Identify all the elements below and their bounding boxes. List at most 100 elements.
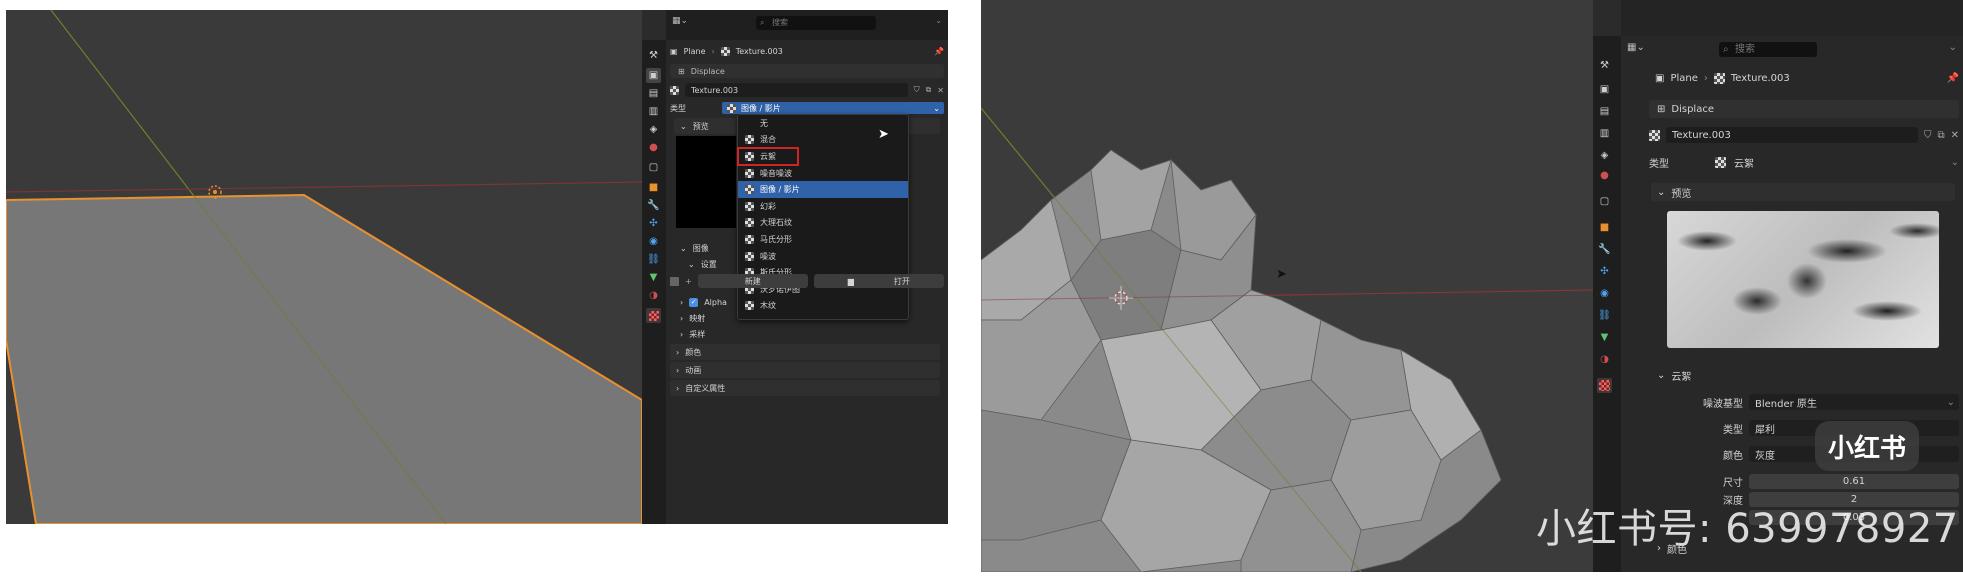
object-icon[interactable]: ■ [1597,220,1612,235]
modifier-wrench-icon[interactable]: 🔧 [1597,242,1612,257]
scene-icon[interactable]: ◈ [1597,148,1612,163]
tool-icon[interactable]: ⚒ [646,48,661,63]
search-input[interactable]: ⌕ 搜索 [1719,42,1817,57]
mouse-cursor-icon: ➤ [1276,267,1287,282]
collection-icon[interactable]: ▢ [646,160,661,175]
options-chevron-icon[interactable]: ⌄ [935,16,942,25]
viewport-3d-right[interactable]: ➤ [981,0,1593,572]
type-dropdown[interactable]: 图像 / 影片 ⌄ [722,102,944,114]
modifier-name: Displace [690,66,725,76]
pin-icon[interactable]: 📌 [1947,73,1959,84]
add-icon[interactable]: + [685,277,692,286]
texture-browse-icon[interactable] [1649,129,1660,141]
properties-editor-left: ▦⌄ ⌕ 搜索 ⌄ ▣ Plane › Texture.003 📌 ⊞ Disp… [666,10,948,524]
settings-panel-header[interactable]: ⌄ 设置 [682,256,940,272]
editor-type-icon[interactable]: ▦⌄ [672,16,688,26]
texture-preview [676,136,736,228]
type-row: 类型 图像 / 影片 ⌄ [670,102,944,114]
modifier-icon: ⊞ [678,66,685,76]
alpha-row[interactable]: › ✓ Alpha [674,294,940,310]
unlink-close-icon[interactable]: ✕ [937,86,944,95]
collapse-chevron-icon: ⌄ [680,121,687,131]
world-icon[interactable]: ● [646,140,661,155]
texture-type-menu-item[interactable]: 图像 / 影片 [738,181,908,198]
colors-panel-header[interactable]: › 颜色 [670,344,940,360]
expand-chevron-icon: › [680,329,684,339]
alpha-checkbox[interactable]: ✓ [689,297,699,307]
texture-name-field[interactable]: Texture.003 [685,83,908,97]
expand-chevron-icon: › [680,313,684,323]
texture-tab-icon[interactable] [646,308,661,323]
texture-type-menu-item[interactable]: 大理石纹 [738,215,908,232]
fake-user-shield-icon[interactable]: ⛉ [1924,130,1932,141]
texture-tab-icon[interactable] [1597,378,1612,393]
preview-panel-header[interactable]: ⌄ 预览 [1651,183,1955,201]
mapping-panel-header[interactable]: › 映射 [674,310,940,326]
data-icon[interactable]: ▼ [1597,330,1612,345]
pin-icon[interactable]: 📌 [934,47,944,56]
search-input[interactable]: ⌕ 搜索 [756,16,876,30]
open-image-button[interactable]: ▆ 打开 [813,274,944,288]
view-layer-icon[interactable]: ▥ [1597,126,1612,141]
view-layer-icon[interactable]: ▥ [646,104,661,119]
scene-icon[interactable]: ◈ [646,122,661,137]
texture-browse-icon[interactable] [670,85,679,95]
custom-properties-panel-header[interactable]: › 自定义属性 [670,380,940,396]
render-icon[interactable]: ▣ [1597,82,1612,97]
texture-type-menu-item[interactable]: 云絮 [737,147,799,166]
search-icon: ⌕ [1723,44,1729,55]
options-chevron-icon[interactable]: ⌄ [1949,42,1957,53]
texture-type-menu: 无混合 云絮 噪音噪波 图像 / 影片 幻彩 大理石纹 马氏分形 噪波 斯氏分形 沃罗诺伊图 木纹 [737,114,909,320]
collection-icon[interactable]: ▢ [1597,194,1612,209]
image-browse-icon[interactable] [670,276,679,286]
data-icon[interactable]: ▼ [646,270,661,285]
size-field[interactable]: 0.61 [1749,474,1959,489]
modifier-wrench-icon[interactable]: 🔧 [646,198,661,213]
expand-chevron-icon: › [676,365,680,375]
sampling-panel-header[interactable]: › 采样 [674,326,940,342]
constraints-icon[interactable]: ⛓ [646,252,661,267]
duplicate-icon[interactable]: ⧉ [1937,130,1944,141]
physics-icon[interactable]: ◉ [646,234,661,249]
influence-panel-header[interactable]: › 动画 [670,362,940,378]
unlink-close-icon[interactable]: ✕ [1951,130,1959,141]
noise-basis-dropdown[interactable]: Blender 原生 ⌄ [1749,394,1959,410]
fake-user-shield-icon[interactable]: ⛉ [914,85,920,95]
tool-icon[interactable]: ⚒ [1597,58,1612,73]
texture-name-field[interactable]: Texture.003 [1666,127,1918,143]
viewport-scene-right [981,0,1593,572]
output-icon[interactable]: ▤ [646,86,661,101]
image-panel-header[interactable]: ⌄ 图像 [674,240,940,256]
clouds-texture-icon [1715,156,1726,168]
render-icon[interactable]: ▣ [646,68,661,83]
viewport-3d-left[interactable] [6,10,642,524]
world-icon[interactable]: ● [1597,168,1612,183]
texture-type-menu-item[interactable]: 幻彩 [738,198,908,215]
xiaohongshu-logo: 小红书 [1815,421,1919,471]
new-image-button[interactable]: 新建 [697,274,808,288]
image-new-open-row: + 新建 ▆ 打开 [670,274,944,288]
collapse-chevron-icon: ⌄ [688,259,695,269]
object-icon[interactable]: ■ [646,180,661,195]
modifier-selector[interactable]: ⊞ Displace [1649,100,1959,118]
menu-item-label: 图像 / 影片 [760,185,800,195]
clouds-panel-header[interactable]: ⌄ 云絮 [1651,366,1955,384]
image-texture-icon [727,103,736,113]
constraints-icon[interactable]: ⛓ [1597,308,1612,323]
expand-chevron-icon: › [676,383,680,393]
type-dropdown[interactable]: 云絮 ⌄ [1715,155,1959,170]
duplicate-icon[interactable]: ⧉ [926,85,932,95]
menu-item-label: 云絮 [760,151,776,161]
material-icon[interactable]: ◑ [646,288,661,303]
output-icon[interactable]: ▤ [1597,104,1612,119]
editor-type-icon[interactable]: ▦⌄ [1627,42,1645,53]
texture-icon [745,218,754,228]
particles-icon[interactable]: ✣ [646,216,661,231]
material-icon[interactable]: ◑ [1597,352,1612,367]
menu-item-label: 大理石纹 [760,218,792,228]
particles-icon[interactable]: ✣ [1597,264,1612,279]
physics-icon[interactable]: ◉ [1597,286,1612,301]
texture-slot-row: Texture.003 ⛉ ⧉ ✕ [670,83,944,97]
texture-type-menu-item[interactable]: 噪音噪波 [738,165,908,182]
modifier-selector[interactable]: ⊞ Displace [670,64,944,78]
